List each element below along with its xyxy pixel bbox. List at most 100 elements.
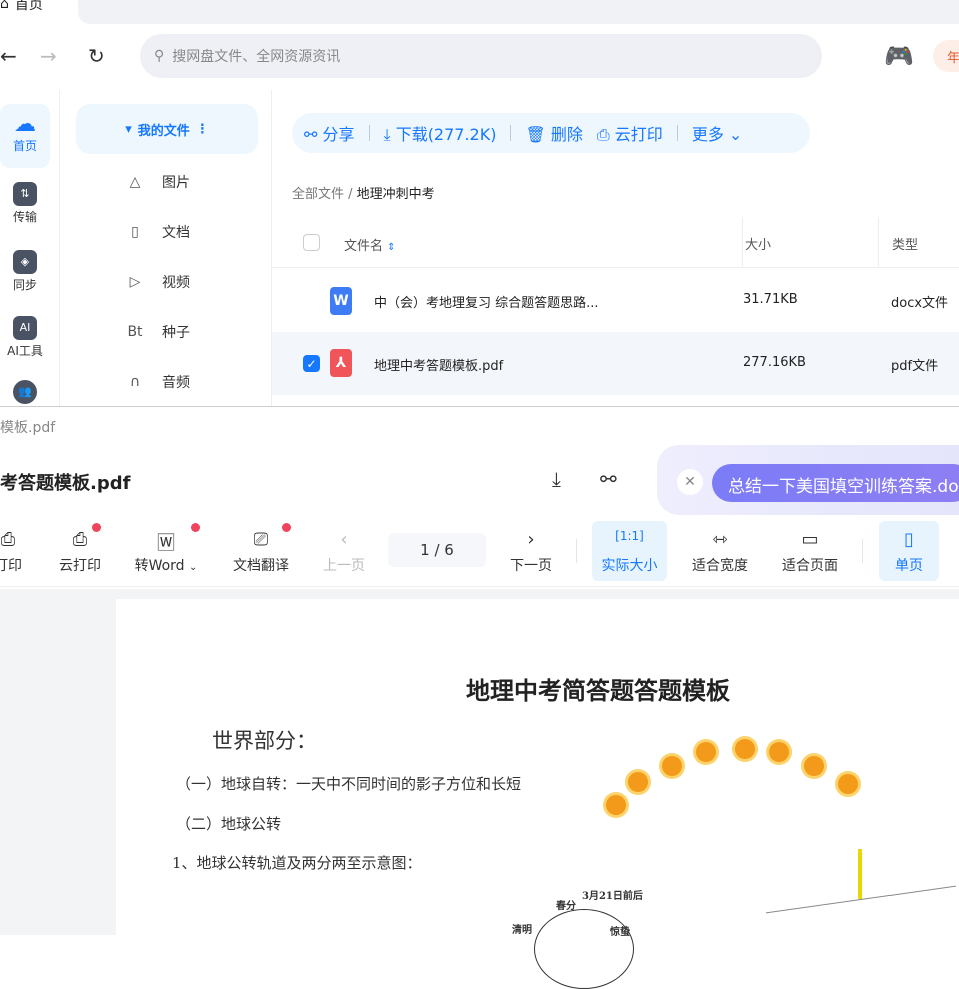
pole <box>858 849 862 899</box>
table-header: 文件名 ⇕ 大小 类型 <box>272 217 959 268</box>
print-button[interactable]: ⎙ 打印 <box>0 521 30 581</box>
row-checkbox[interactable]: ✓ <box>303 355 320 372</box>
download-button[interactable]: ⤓ 下载(277.2K) <box>384 121 497 145</box>
actual-size-button[interactable]: [1:1] 实际大小 <box>592 521 667 581</box>
table-row[interactable]: ✓ ⅄ 地理中考答题模板.pdf 277.16KB pdf文件 <box>272 332 959 395</box>
nav-bar: ← → ↻ ⚲ 搜网盘文件、全网资源资讯 🎮 年 <box>0 34 959 80</box>
printer-icon: ⎙ <box>0 529 16 550</box>
prev-page-button[interactable]: ‹ 上一页 <box>316 521 372 581</box>
sidebar-item-audio[interactable]: ∩ 音频 <box>126 372 190 392</box>
page-indicator[interactable]: 1 / 6 <box>388 533 486 567</box>
window-title: 模板.pdf <box>0 420 56 436</box>
forward-icon[interactable]: → <box>40 44 57 68</box>
share-icon: ⚯ <box>304 125 323 144</box>
breadcrumb-current: 地理冲刺中考 <box>356 187 435 202</box>
more-dots-icon[interactable]: ⋮ <box>196 122 209 137</box>
rail-item-people[interactable]: 👥 <box>0 380 50 406</box>
table-row[interactable]: W 中（会）考地理复习 综合题答题思路... 31.71KB docx文件 <box>272 269 959 332</box>
torrent-icon: Bt <box>127 324 143 340</box>
rail-item-home[interactable]: ☁ 首页 <box>0 104 50 168</box>
select-all-checkbox[interactable] <box>303 234 320 251</box>
cloud-print-button[interactable]: ⎙ 云打印 <box>52 521 108 581</box>
image-icon: △ <box>129 174 141 190</box>
next-page-button[interactable]: › 下一页 <box>503 521 559 581</box>
translate-button[interactable]: ⎚ 文档翻译 <box>226 521 296 581</box>
cloud-print-button[interactable]: ⎙ 云打印 <box>597 121 663 145</box>
audio-icon: ∩ <box>129 374 141 390</box>
printer-icon: ⎙ <box>596 125 615 144</box>
file-sidebar: ▾ 我的文件 ⋮ △ 图片 ▯ 文档 ▷ 视频 Bt 种子 ∩ 音频 <box>60 90 272 406</box>
search-icon: ⚲ <box>154 48 165 64</box>
more-button[interactable]: 更多 ⌄ <box>692 121 743 145</box>
doc-line: （二）地球公转 <box>176 815 282 833</box>
document-viewport[interactable]: 地理中考简答题答题模板 世界部分： （一）地球自转：一天中不同时间的影子方位和长… <box>0 589 959 989</box>
back-icon[interactable]: ← <box>0 44 17 68</box>
rail-item-sync[interactable]: ◈ 同步 <box>0 250 50 293</box>
left-rail: ☁ 首页 ⇅ 传输 ◈ 同步 AI AI工具 👥 <box>0 90 60 406</box>
delete-button[interactable]: 🗑 删除 <box>525 121 582 145</box>
cloud-printer-icon: ⎙ <box>72 529 88 550</box>
notification-dot <box>282 523 291 532</box>
divider <box>862 539 863 563</box>
divider <box>676 125 678 141</box>
notification-dot <box>92 523 101 532</box>
fit-width-button[interactable]: ⇿ 适合宽度 <box>684 521 756 581</box>
search-input[interactable]: ⚲ 搜网盘文件、全网资源资讯 <box>140 34 822 78</box>
video-icon: ▷ <box>129 274 141 290</box>
sun-icon <box>769 742 789 762</box>
cloud-icon: ☁ <box>14 112 36 137</box>
rail-item-ai[interactable]: AI AI工具 <box>0 316 50 359</box>
my-files[interactable]: ▾ 我的文件 ⋮ <box>76 104 258 154</box>
pdf-preview-window: 模板.pdf 考答题模板.pdf ⤓ ⚯ ✕ 总结一下美国填空训练答案.docx… <box>0 406 959 989</box>
pdf-page: 地理中考简答题答题模板 世界部分： （一）地球自转：一天中不同时间的影子方位和长… <box>116 599 959 989</box>
chevron-down-icon: ⌄ <box>728 125 743 144</box>
sidebar-item-docs[interactable]: ▯ 文档 <box>126 222 190 242</box>
game-icon[interactable]: 🎮 <box>884 42 914 70</box>
ai-suggestion-pill[interactable]: 总结一下美国填空训练答案.docx <box>712 464 959 502</box>
fit-page-button[interactable]: ▭ 适合页面 <box>774 521 846 581</box>
column-size[interactable]: 大小 <box>742 217 771 268</box>
doc-title: 地理中考简答题答题模板 <box>466 676 730 705</box>
sidebar-item-torrent[interactable]: Bt 种子 <box>126 322 190 342</box>
sync-icon: ◈ <box>13 250 37 274</box>
doc-line: （一）地球自转：一天中不同时间的影子方位和长短 <box>176 775 522 793</box>
file-name: 考答题模板.pdf <box>0 473 131 494</box>
download-icon[interactable]: ⤓ <box>552 467 561 491</box>
breadcrumb-root[interactable]: 全部文件 <box>292 187 344 202</box>
year-badge[interactable]: 年 <box>933 40 959 72</box>
orbit-diagram <box>534 909 634 989</box>
column-name[interactable]: 文件名 ⇕ <box>344 235 396 254</box>
pdf-file-icon: ⅄ <box>330 349 352 377</box>
ai-suggestion-banner: ✕ 总结一下美国填空训练答案.docx <box>657 445 959 515</box>
figure-label: 3月21日前后 <box>582 891 643 902</box>
close-icon[interactable]: ✕ <box>677 469 703 495</box>
sidebar-item-video[interactable]: ▷ 视频 <box>126 272 190 292</box>
sun-icon <box>838 774 858 794</box>
chevron-down-icon: ⌄ <box>189 562 198 573</box>
sort-icon: ⇕ <box>387 242 396 253</box>
sidebar-item-images[interactable]: △ 图片 <box>126 172 190 192</box>
rail-item-transfer[interactable]: ⇅ 传输 <box>0 182 50 225</box>
fit-width-icon: ⇿ <box>712 529 728 550</box>
tab-strip <box>78 0 959 24</box>
to-word-button[interactable]: 🅆 转Word ⌄ <box>128 521 204 581</box>
divider <box>576 539 577 563</box>
chevron-right-circle-icon: › <box>527 529 535 550</box>
home-icon: ⌂ <box>0 0 9 12</box>
column-type[interactable]: 类型 <box>878 217 918 268</box>
word-icon: 🅆 <box>157 533 175 554</box>
share-icon[interactable]: ⚯ <box>600 467 617 491</box>
single-page-button[interactable]: ▯ 单页 <box>879 521 939 581</box>
sun-icon <box>606 795 626 815</box>
refresh-icon[interactable]: ↻ <box>88 44 105 68</box>
file-toolbar: ⚯ 分享 ⤓ 下载(277.2K) 🗑 删除 ⎙ 云打印 更多 ⌄ <box>292 113 810 153</box>
notification-dot <box>191 523 200 532</box>
tab-home[interactable]: ⌂ 首页 <box>0 0 43 14</box>
share-button[interactable]: ⚯ 分享 <box>304 121 355 145</box>
fit-page-icon: ▭ <box>801 529 819 550</box>
trash-icon: 🗑 <box>525 125 551 144</box>
sun-icon <box>735 739 755 759</box>
sun-icon <box>628 772 648 792</box>
download-icon: ⤓ <box>383 125 396 144</box>
divider <box>368 125 370 141</box>
